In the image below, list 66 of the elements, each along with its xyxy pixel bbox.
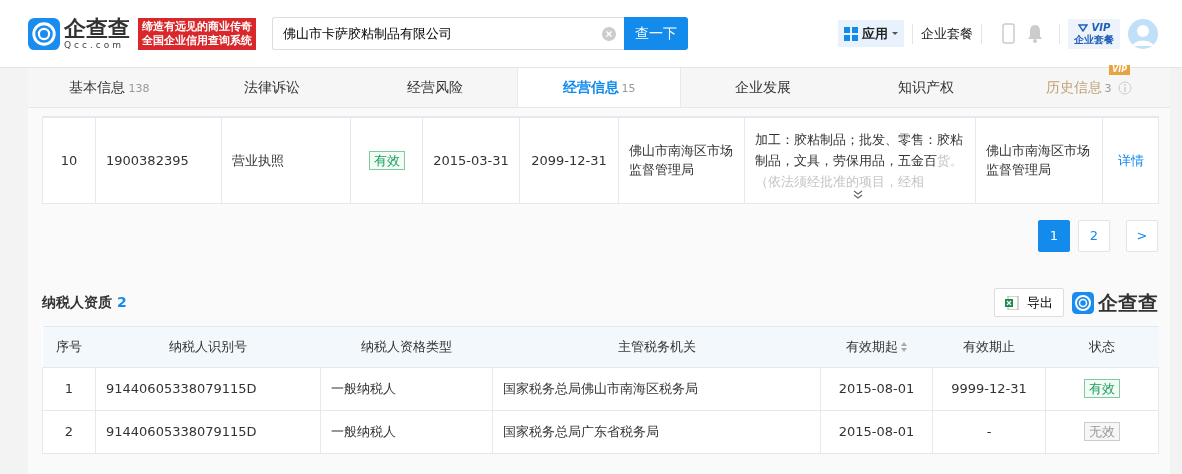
column-header: 纳税人资格类型 xyxy=(320,326,493,367)
table-cell: 91440605338079115D xyxy=(95,367,321,410)
vip-badge[interactable]: VIP 企业套餐 xyxy=(1068,18,1120,49)
table-cell: 2099-12-31 xyxy=(519,117,619,203)
tab[interactable]: 法律诉讼 xyxy=(190,68,354,107)
brand-name: 企查查 xyxy=(1098,289,1158,317)
table-cell: 2015-08-01 xyxy=(820,367,933,410)
apps-button[interactable]: 应用 xyxy=(838,19,904,48)
logo-name: 企查查 xyxy=(64,17,130,40)
column-header[interactable]: 有效期起 xyxy=(820,326,933,367)
package-link[interactable]: 企业套餐 xyxy=(921,23,973,44)
column-header: 有效期止 xyxy=(932,326,1046,367)
column-header: 纳税人识别号 xyxy=(95,326,321,367)
business-scope: 加工：胶粘制品；批发、零售：胶粘制品，文具，劳保用品，五金百货。（依法须经批准的项目，经相 xyxy=(755,130,964,191)
info-icon[interactable] xyxy=(1117,81,1132,95)
table-cell: 10 xyxy=(42,117,96,203)
vip-tag: VIP xyxy=(1091,21,1111,34)
logo-domain: Qcc.com xyxy=(64,39,126,50)
next-page-button[interactable]: > xyxy=(1126,219,1158,252)
export-button[interactable]: 导出 xyxy=(994,287,1064,318)
details-link[interactable]: 详情 xyxy=(1117,152,1144,168)
page-button[interactable]: 1 xyxy=(1038,219,1070,252)
table-cell: 2 xyxy=(42,410,96,453)
tab[interactable]: 经营风险 xyxy=(353,68,517,107)
logo-icon xyxy=(28,17,60,50)
bell-icon[interactable] xyxy=(1027,24,1043,43)
search-button[interactable]: 查一下 xyxy=(624,17,688,50)
page-button[interactable]: 2 xyxy=(1078,219,1110,252)
status-tag: 有效 xyxy=(368,150,405,170)
avatar-icon[interactable] xyxy=(1128,18,1158,49)
clear-icon[interactable] xyxy=(602,27,616,41)
column-header: 状态 xyxy=(1045,326,1159,367)
caret-icon xyxy=(892,32,898,35)
spreadsheet-icon xyxy=(1005,295,1019,310)
phone-icon[interactable] xyxy=(1002,23,1015,44)
tab[interactable]: 企业发展 xyxy=(681,68,845,107)
status-tag: 无效 xyxy=(1084,421,1120,441)
tab[interactable]: 经营信息 15 xyxy=(516,68,682,107)
section-title: 纳税人资质 2 xyxy=(42,293,127,312)
slogan-banner: 缔造有远见的商业传奇 全国企业信用查询系统 xyxy=(138,17,256,50)
table-cell: 佛山市南海区市场监督管理局 xyxy=(975,117,1103,203)
table-cell: 91440605338079115D xyxy=(95,410,321,453)
tab[interactable]: 知识产权 xyxy=(844,68,1008,107)
status-tag: 有效 xyxy=(1084,378,1120,398)
table-cell: 一般纳税人 xyxy=(320,367,493,410)
column-header: 序号 xyxy=(42,326,96,367)
table-cell: 9999-12-31 xyxy=(932,367,1046,410)
vip-label: 企业套餐 xyxy=(1074,33,1114,46)
column-header: 主管税务机关 xyxy=(492,326,821,367)
table-cell: 2015-08-01 xyxy=(820,410,933,453)
expand-icon[interactable] xyxy=(853,189,863,199)
table-cell: 一般纳税人 xyxy=(320,410,493,453)
table-cell: 国家税务总局广东省税务局 xyxy=(492,410,821,453)
sort-icon[interactable] xyxy=(901,342,907,353)
table-cell: - xyxy=(932,410,1046,453)
vip-tag: VIP xyxy=(1109,65,1130,75)
table-cell: 佛山市南海区市场监督管理局 xyxy=(618,117,745,203)
grid-icon xyxy=(844,26,858,41)
tab[interactable]: 基本信息 138 xyxy=(28,68,191,107)
table-cell: 1900382395 xyxy=(95,117,222,203)
table-cell: 营业执照 xyxy=(221,117,351,203)
table-cell: 2015-03-31 xyxy=(422,117,520,203)
search-field[interactable]: 佛山市卡萨胶粘制品有限公司 xyxy=(272,17,624,50)
logo-icon xyxy=(1072,291,1094,314)
table-cell: 1 xyxy=(42,367,96,410)
table-cell: 国家税务总局佛山市南海区税务局 xyxy=(492,367,821,410)
